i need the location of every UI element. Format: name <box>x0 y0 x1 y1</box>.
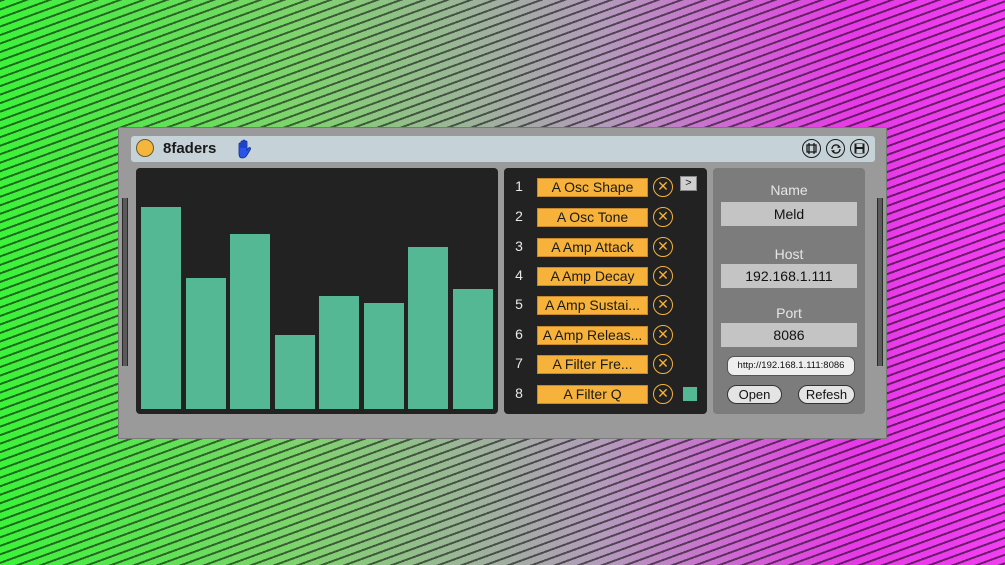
remove-mapping-icon[interactable]: ✕ <box>653 384 673 404</box>
refresh-button[interactable]: Refesh <box>798 385 855 404</box>
fader-3[interactable] <box>230 234 270 409</box>
fader-6[interactable] <box>363 303 404 409</box>
fader-panel <box>136 168 498 414</box>
device-title: 8faders <box>163 140 217 157</box>
name-label: Name <box>770 182 808 198</box>
remove-mapping-icon[interactable]: ✕ <box>653 237 673 257</box>
url-field[interactable]: http://192.168.1.111:8086 <box>727 356 855 376</box>
fader-7[interactable] <box>408 247 448 409</box>
remove-mapping-icon[interactable]: ✕ <box>653 207 673 227</box>
param-number: 5 <box>515 296 523 312</box>
max-device: 8faders 1 A Osc Shape ✕ >2 A Osc Tone ✕ 3 A Amp… <box>118 127 887 439</box>
remove-mapping-icon[interactable]: ✕ <box>653 325 673 345</box>
param-row-1: 1 A Osc Shape ✕ > <box>504 176 707 200</box>
param-number: 8 <box>515 385 523 401</box>
param-row-3: 3 A Amp Attack ✕ <box>504 236 707 260</box>
param-row-8: 8 A Filter Q ✕ <box>504 383 707 407</box>
remove-mapping-icon[interactable]: ✕ <box>653 354 673 374</box>
param-row-6: 6 A Amp Releas... ✕ <box>504 324 707 348</box>
parameter-list: 1 A Osc Shape ✕ >2 A Osc Tone ✕ 3 A Amp Attack ✕… <box>504 168 707 414</box>
param-mapping-label[interactable]: A Amp Releas... <box>537 326 648 345</box>
param-number: 1 <box>515 178 523 194</box>
param-row-7: 7 A Filter Fre... ✕ <box>504 353 707 377</box>
param-mapping-label[interactable]: A Amp Decay <box>537 267 648 286</box>
remove-mapping-icon[interactable]: ✕ <box>653 266 673 286</box>
right-resize-handle[interactable] <box>877 198 883 366</box>
param-number: 4 <box>515 267 523 283</box>
host-label: Host <box>774 246 804 262</box>
fader-5[interactable] <box>319 296 359 409</box>
param-mapping-label[interactable]: A Filter Fre... <box>537 355 648 374</box>
host-field[interactable]: 192.168.1.111 <box>721 264 857 288</box>
param-mapping-label[interactable]: A Osc Tone <box>537 208 648 227</box>
save-icon[interactable] <box>850 139 869 158</box>
connection-settings: Name Meld Host 192.168.1.111 Port 8086 h… <box>713 168 865 414</box>
param-mapping-label[interactable]: A Filter Q <box>537 385 648 404</box>
fader-1[interactable] <box>141 207 181 409</box>
routing-icon[interactable] <box>802 139 821 158</box>
remove-mapping-icon[interactable]: ✕ <box>653 177 673 197</box>
port-label: Port <box>776 305 802 321</box>
power-icon[interactable] <box>136 139 154 157</box>
fader-4[interactable] <box>274 335 315 409</box>
param-mapping-label[interactable]: A Amp Attack <box>537 238 648 257</box>
param-mapping-label[interactable]: A Amp Sustai... <box>537 296 648 315</box>
param-row-4: 4 A Amp Decay ✕ <box>504 265 707 289</box>
hand-icon <box>238 139 252 159</box>
port-field[interactable]: 8086 <box>721 323 857 347</box>
param-mapping-label[interactable]: A Osc Shape <box>537 178 648 197</box>
activity-indicator <box>683 387 697 401</box>
param-row-2: 2 A Osc Tone ✕ <box>504 206 707 230</box>
expand-arrow-button[interactable]: > <box>680 176 697 191</box>
fader-8[interactable] <box>452 289 493 409</box>
device-titlebar: 8faders <box>131 136 875 162</box>
remove-mapping-icon[interactable]: ✕ <box>653 295 673 315</box>
left-resize-handle[interactable] <box>122 198 128 366</box>
name-field[interactable]: Meld <box>721 202 857 226</box>
fader-2[interactable] <box>185 278 226 409</box>
param-row-5: 5 A Amp Sustai... ✕ <box>504 294 707 318</box>
open-button[interactable]: Open <box>727 385 782 404</box>
refresh-icon[interactable] <box>826 139 845 158</box>
param-number: 3 <box>515 238 523 254</box>
param-number: 7 <box>515 355 523 371</box>
param-number: 2 <box>515 208 523 224</box>
param-number: 6 <box>515 326 523 342</box>
